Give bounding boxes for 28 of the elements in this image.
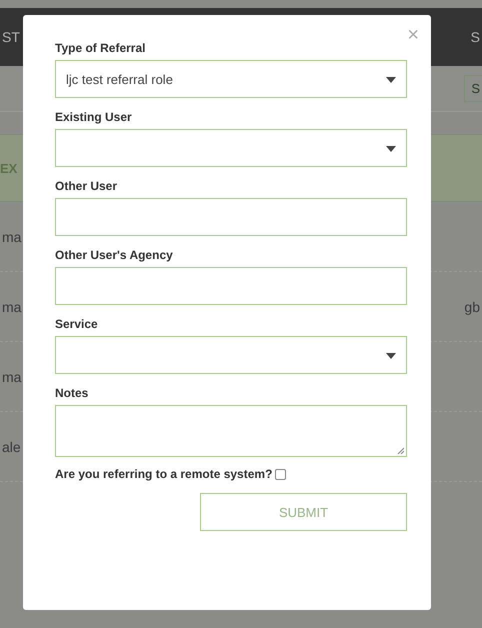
select-field[interactable] xyxy=(55,129,407,167)
notes-field[interactable] xyxy=(55,405,407,457)
select-field[interactable] xyxy=(55,336,407,374)
caret-icon xyxy=(386,77,396,83)
caret-icon xyxy=(386,353,396,359)
table-cell-text: ma xyxy=(1,228,22,244)
caret-icon xyxy=(386,146,396,152)
submit-button[interactable]: SUBMIT xyxy=(200,493,407,531)
table-cell-text: ma xyxy=(1,298,22,314)
field-label: Other User xyxy=(55,179,118,193)
table-cell-text: ma xyxy=(1,368,22,384)
remote-checkbox[interactable] xyxy=(275,468,286,480)
table-cell-text: ale xyxy=(1,438,22,454)
menu-text: S xyxy=(470,29,481,45)
checkbox-label: Are you referring to a remote system? xyxy=(55,467,272,481)
resize-grip-icon xyxy=(397,447,404,454)
field-label: Type of Referral xyxy=(55,41,146,55)
select-field[interactable]: ljc test referral role xyxy=(55,60,407,98)
input-field[interactable] xyxy=(55,267,407,305)
table-cell-text: gb xyxy=(463,298,481,314)
toolbar-button[interactable]: S xyxy=(464,75,482,102)
input-field[interactable] xyxy=(55,198,407,236)
field-label: Service xyxy=(55,317,99,331)
field-label: Other User's Agency xyxy=(55,248,174,262)
close-button[interactable]: × xyxy=(407,25,419,45)
field-label: Existing User xyxy=(55,110,133,124)
menu-text: ST xyxy=(1,29,21,45)
field-label: Notes xyxy=(55,386,90,400)
